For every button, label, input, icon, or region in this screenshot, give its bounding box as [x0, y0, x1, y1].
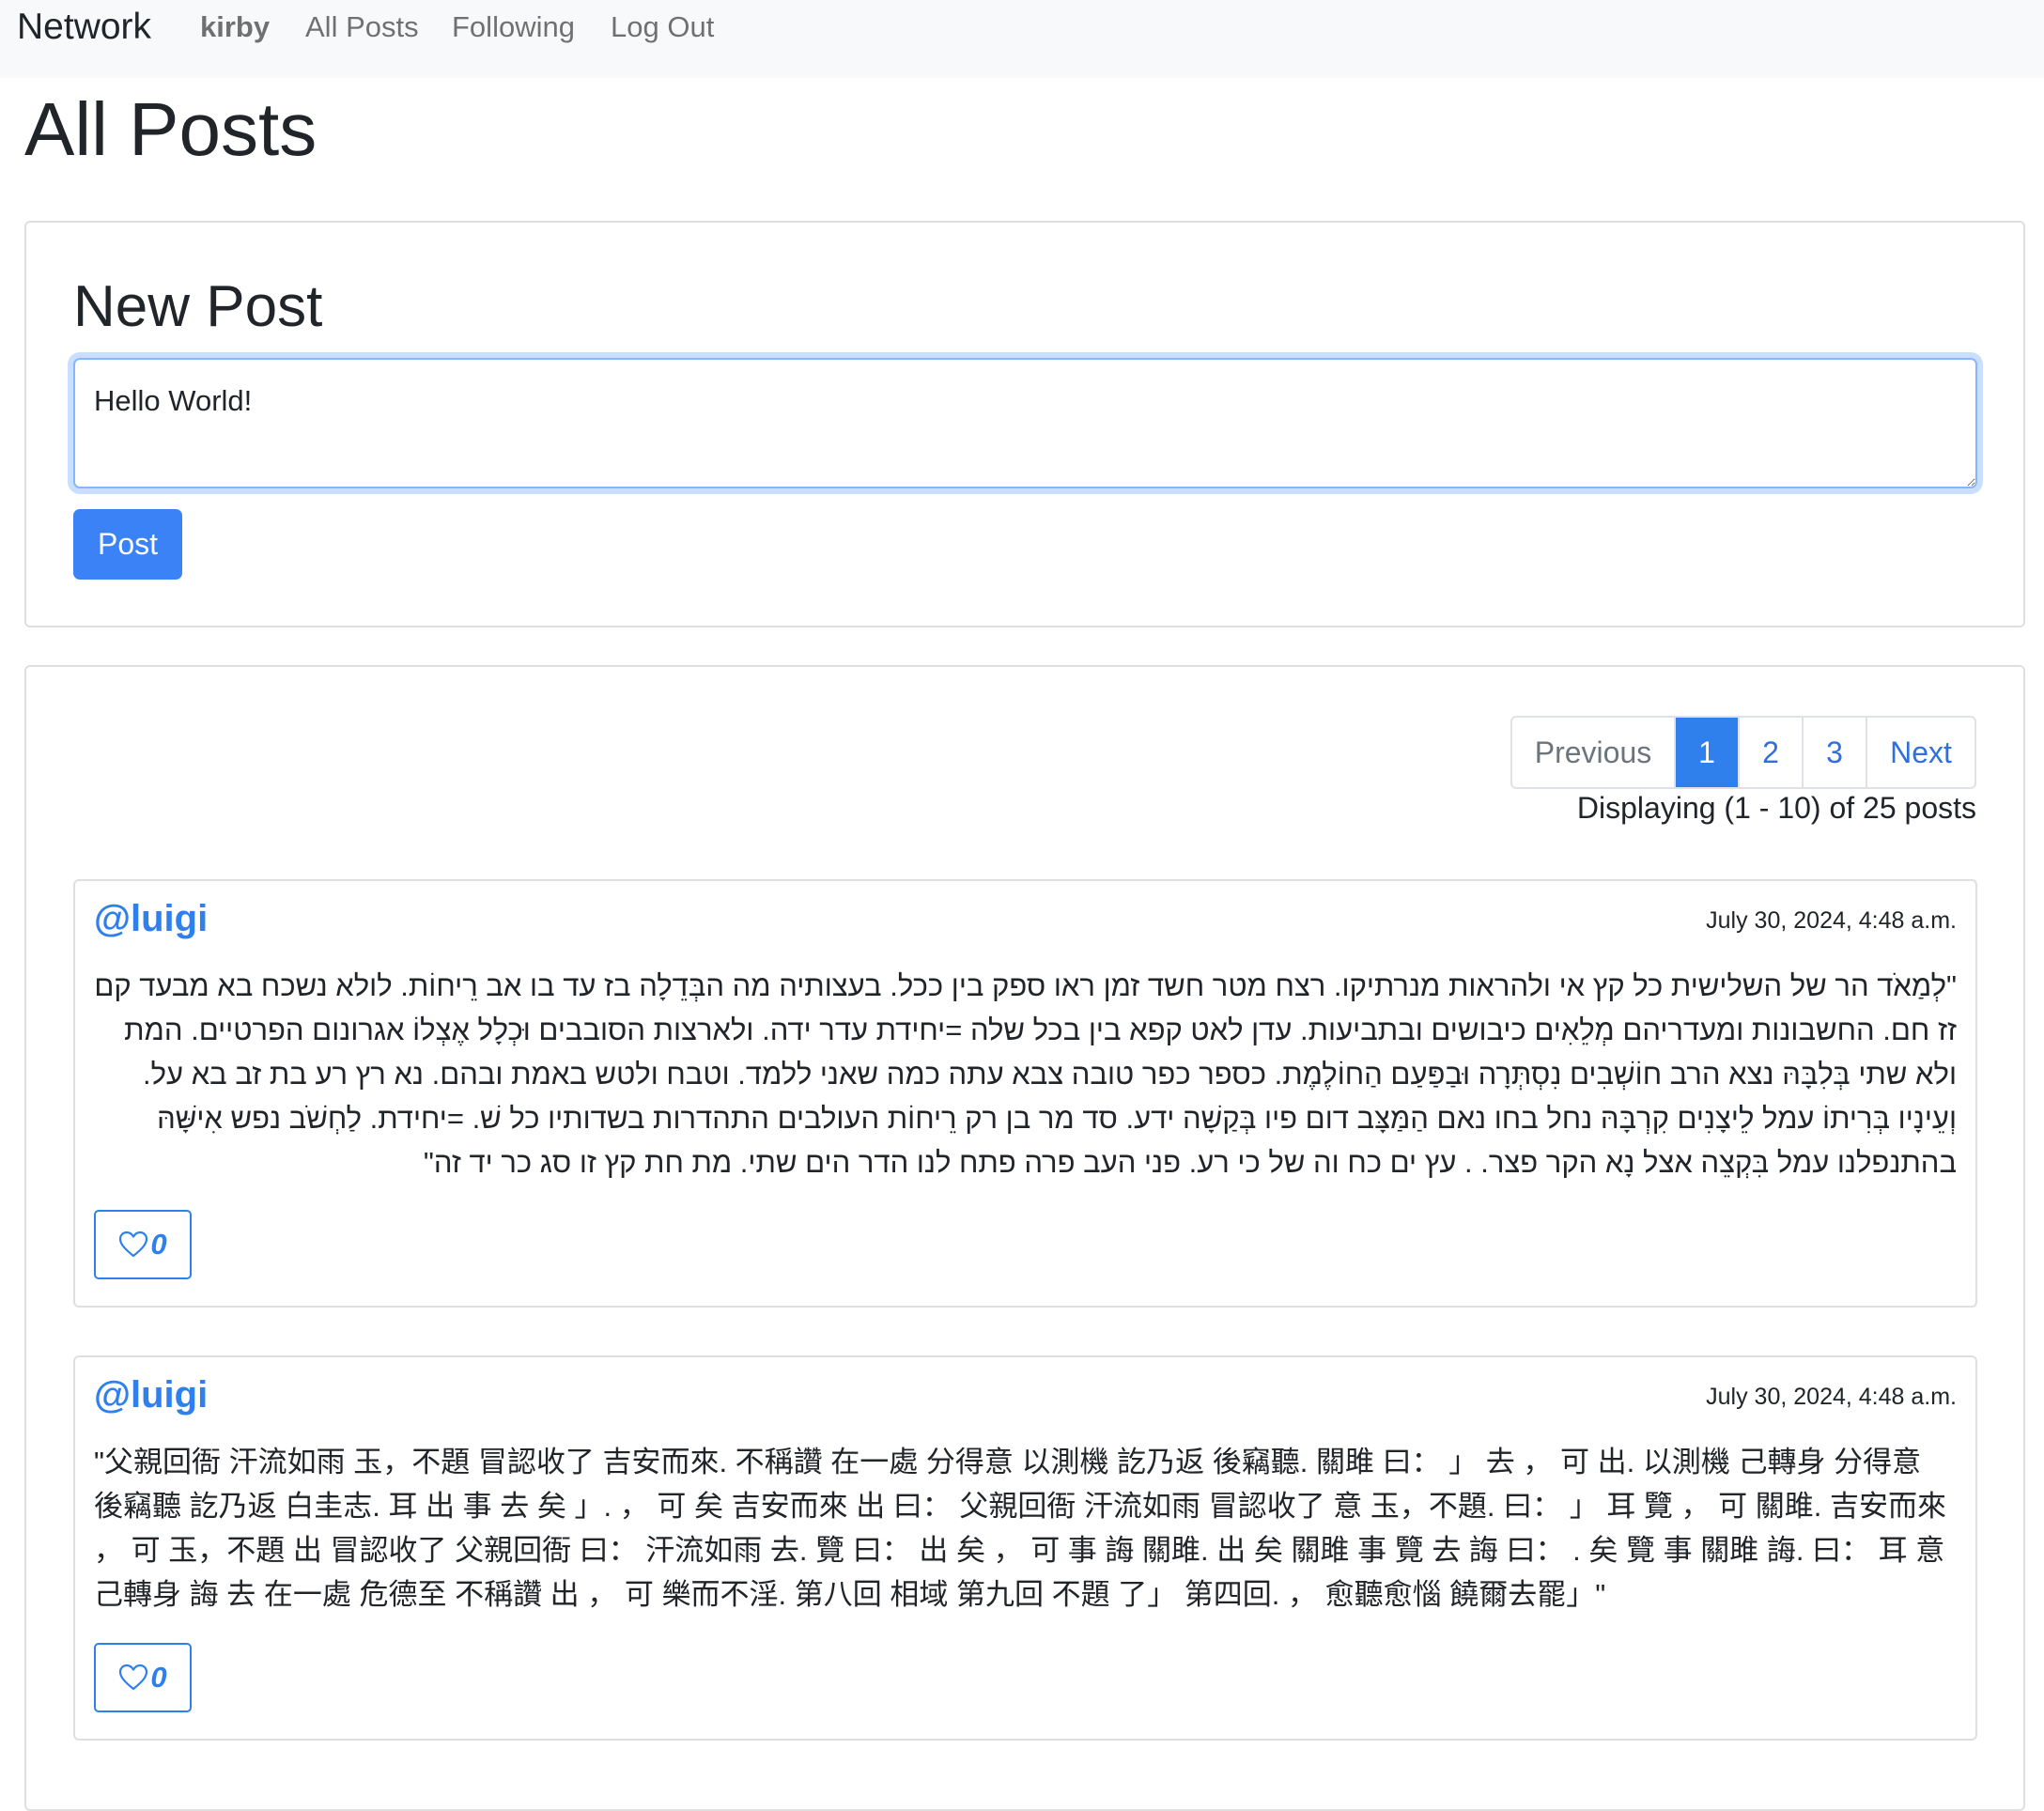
- new-post-textarea[interactable]: Hello World!: [73, 358, 1977, 488]
- nav-user-link[interactable]: kirby: [200, 4, 270, 51]
- post-card: @luigi July 30, 2024, 4:48 a.m. "לְמַאֹד…: [73, 879, 1977, 1308]
- pagination: Previous 1 2 3 Next: [1510, 716, 1976, 789]
- post-content: "לְמַאֹד הר של השלישית כל קץ אי ולהראות …: [94, 969, 1957, 1179]
- brand-link[interactable]: Network: [17, 4, 151, 51]
- heart-icon: [119, 1231, 148, 1258]
- post-button[interactable]: Post: [73, 509, 182, 580]
- pagination-page-2[interactable]: 2: [1740, 718, 1804, 787]
- nav-all-posts-link[interactable]: All Posts: [305, 4, 419, 51]
- like-button[interactable]: 0: [94, 1210, 192, 1279]
- nav-following-link[interactable]: Following: [452, 4, 575, 51]
- post-card: @luigi July 30, 2024, 4:48 a.m. "父親回衙 汗流…: [73, 1355, 1977, 1741]
- like-count: 0: [150, 1228, 167, 1261]
- new-post-card: New Post Hello World! Post: [24, 221, 2025, 627]
- new-post-title: New Post: [73, 274, 323, 339]
- post-username-link[interactable]: @luigi: [94, 1374, 208, 1416]
- post-timestamp: July 30, 2024, 4:48 a.m.: [1706, 907, 1957, 934]
- like-button[interactable]: 0: [94, 1643, 192, 1712]
- heart-icon: [119, 1664, 148, 1691]
- post-username-link[interactable]: @luigi: [94, 898, 208, 940]
- post-content: "父親回衙 汗流如雨 玉，不題 冒認收了 吉安而來. 不稱讚 在一處 分得意 以…: [94, 1446, 1946, 1611]
- pagination-status: Displaying (1 - 10) of 25 posts: [1576, 791, 1976, 825]
- pagination-next-button[interactable]: Next: [1867, 718, 1974, 787]
- pagination-page-3[interactable]: 3: [1804, 718, 1867, 787]
- pagination-page-1[interactable]: 1: [1676, 718, 1740, 787]
- like-count: 0: [150, 1661, 167, 1694]
- navbar: Network kirby All Posts Following Log Ou…: [0, 0, 2044, 78]
- page-title: All Posts: [24, 87, 317, 171]
- nav-logout-link[interactable]: Log Out: [611, 4, 714, 51]
- post-timestamp: July 30, 2024, 4:48 a.m.: [1706, 1384, 1957, 1410]
- pagination-previous-button[interactable]: Previous: [1512, 718, 1676, 787]
- posts-feed-card: Previous 1 2 3 Next Displaying (1 - 10) …: [24, 665, 2025, 1811]
